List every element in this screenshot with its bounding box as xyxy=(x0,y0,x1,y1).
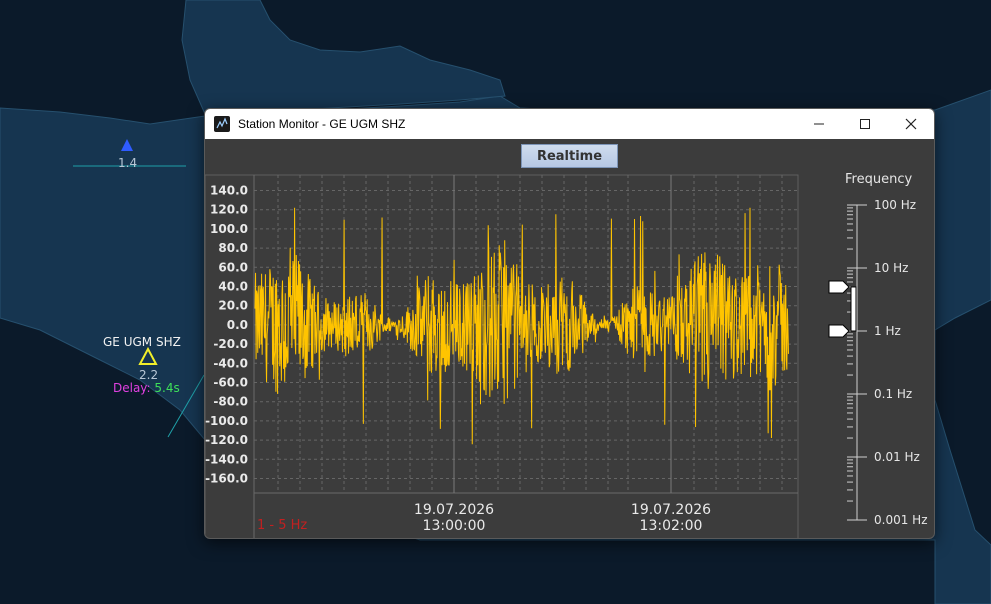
freq-label: 10 Hz xyxy=(874,261,908,275)
maximize-icon xyxy=(860,119,870,129)
maximize-button[interactable] xyxy=(842,109,888,139)
x-tick-time: 13:02:00 xyxy=(640,518,703,534)
seismogram-plot[interactable]: 1 - 5 Hz 140.0 120.0 100.0 80.0 60.0 40.0 20.0… xyxy=(205,173,935,539)
freq-label: 1 Hz xyxy=(874,324,901,338)
y-tick-label: 20.0 xyxy=(218,299,248,313)
frequency-title: Frequency xyxy=(845,172,913,187)
y-tick-label: -80.0 xyxy=(213,395,248,409)
y-axis-labels: 140.0 120.0 100.0 80.0 60.0 40.0 20.0 0.0 -20.0 -… xyxy=(205,184,248,486)
delay-value: 5.4s xyxy=(154,381,180,395)
freq-label: 0.1 Hz xyxy=(874,387,912,401)
station-value-ugm: 2.2 xyxy=(139,368,159,382)
station-name-ugm: GE UGM SHZ xyxy=(103,335,181,349)
station-value-1: 1.4 xyxy=(118,156,138,170)
x-tick-date: 19.07.2026 xyxy=(414,502,494,518)
y-tick-label: 120.0 xyxy=(210,203,248,217)
y-tick-label: -20.0 xyxy=(213,337,248,351)
station-monitor-window: Station Monitor - GE UGM SHZ Realtime 1 … xyxy=(204,108,935,539)
minimize-icon xyxy=(814,123,824,125)
y-tick-label: 40.0 xyxy=(218,280,248,294)
y-tick-label: 0.0 xyxy=(227,318,248,332)
filter-label: 1 - 5 Hz xyxy=(257,518,307,533)
delay-label: Delay: xyxy=(113,381,151,395)
station-delay: Delay: 5.4s xyxy=(113,381,180,395)
freq-label: 100 Hz xyxy=(874,198,916,212)
title-bar[interactable]: Station Monitor - GE UGM SHZ xyxy=(205,109,934,139)
y-tick-label: -160.0 xyxy=(205,472,248,486)
y-tick-label: 100.0 xyxy=(210,222,248,236)
frequency-band-bar[interactable] xyxy=(850,286,857,332)
minimize-button[interactable] xyxy=(796,109,842,139)
low-cut-handle[interactable] xyxy=(828,324,850,338)
high-cut-handle[interactable] xyxy=(828,280,850,294)
realtime-button[interactable]: Realtime xyxy=(521,144,618,168)
y-tick-label: -40.0 xyxy=(213,356,248,370)
freq-label: 0.001 Hz xyxy=(874,513,928,527)
app-icon xyxy=(214,116,230,132)
y-tick-label: 140.0 xyxy=(210,184,248,198)
y-tick-label: -60.0 xyxy=(213,376,248,390)
close-button[interactable] xyxy=(888,109,934,139)
y-tick-label: -120.0 xyxy=(205,433,248,447)
x-axis-labels: 19.07.202613:00:0019.07.202613:02:00 xyxy=(414,502,711,534)
close-icon xyxy=(905,118,917,130)
waveform-trace xyxy=(254,207,789,445)
land-mass-north xyxy=(181,0,506,115)
y-tick-label: -100.0 xyxy=(205,414,248,428)
frequency-scale[interactable]: 100 Hz 10 Hz 1 Hz 0.1 Hz 0.01 Hz 0.001 Hz xyxy=(828,198,928,527)
x-tick-time: 13:00:00 xyxy=(423,518,486,534)
freq-label: 0.01 Hz xyxy=(874,450,920,464)
y-tick-label: 80.0 xyxy=(218,241,248,255)
x-tick-date: 19.07.2026 xyxy=(631,502,711,518)
y-tick-label: 60.0 xyxy=(218,260,248,274)
y-tick-label: -140.0 xyxy=(205,452,248,466)
window-title: Station Monitor - GE UGM SHZ xyxy=(238,117,406,131)
